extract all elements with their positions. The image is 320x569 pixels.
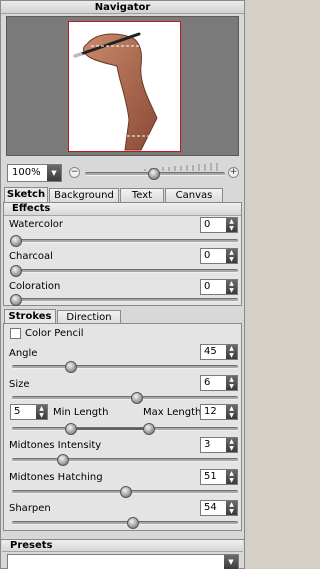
zoom-select[interactable]: 100% ▼ [7,164,62,182]
charcoal-stepper[interactable]: 0 ▲ ▼ [200,248,238,264]
presets-title: Presets [2,540,243,552]
settings-panel: Navigator 100% ▼ − + Sketch Background T… [0,0,245,569]
stepper-arrows-icon[interactable]: ▲ ▼ [226,280,237,294]
chevron-down-icon[interactable]: ▼ [224,555,238,569]
effects-title: Effects [4,203,241,216]
size-value: 6 [204,377,211,388]
stepper-arrows-icon[interactable]: ▲ ▼ [226,501,237,515]
coloration-value: 0 [204,281,211,292]
navigator-preview[interactable] [6,16,239,156]
angle-stepper[interactable]: 45 ▲ ▼ [200,344,238,360]
size-label: Size [9,379,30,390]
chevron-down-icon[interactable]: ▼ [47,165,61,181]
coloration-slider-track[interactable] [12,298,238,302]
tab-strokes[interactable]: Strokes [4,309,56,324]
stepper-arrows-icon[interactable]: ▲ ▼ [226,249,237,263]
stepper-arrows-icon[interactable]: ▲ ▼ [36,405,47,419]
angle-label: Angle [9,348,38,359]
navigator-title: Navigator [1,1,244,14]
watercolor-stepper[interactable]: 0 ▲ ▼ [200,217,238,233]
angle-value: 45 [204,346,217,357]
image-canvas[interactable] [68,21,181,152]
midtones-hatching-value: 51 [204,471,217,482]
size-stepper[interactable]: 6 ▲ ▼ [200,375,238,391]
coloration-slider-thumb[interactable] [10,294,22,306]
zoom-controls: 100% ▼ − + [1,160,244,186]
sharpen-label: Sharpen [9,503,51,514]
hand-with-pen-image [73,32,158,151]
strokes-tabs: Strokes Direction [1,309,244,324]
sharpen-stepper[interactable]: 54 ▲ ▼ [200,500,238,516]
stepper-arrows-icon[interactable]: ▲ ▼ [226,345,237,359]
midtones-intensity-value: 3 [204,439,211,450]
watercolor-slider-thumb[interactable] [10,235,22,247]
stepper-arrows-icon[interactable]: ▲ ▼ [226,376,237,390]
max-length-stepper[interactable]: 12 ▲ ▼ [200,404,238,420]
sharpen-value: 54 [204,502,217,513]
min-length-slider-thumb[interactable] [65,423,77,435]
midtones-intensity-label: Midtones Intensity [9,440,102,451]
stepper-arrows-icon[interactable]: ▲ ▼ [226,438,237,452]
min-length-value: 5 [14,406,21,417]
presets-section: Presets ▼ [1,539,244,569]
main-tabs: Sketch Background Text Canvas [1,187,244,202]
effects-group: Effects Watercolor 0 ▲ ▼ Charcoal 0 ▲ ▼ Co… [3,202,242,306]
coloration-label: Coloration [9,281,61,292]
size-slider-track[interactable] [12,396,238,400]
max-length-label: Max Length [143,407,202,418]
charcoal-slider-thumb[interactable] [10,265,22,277]
watercolor-slider-track[interactable] [12,239,238,243]
midtones-hatching-stepper[interactable]: 51 ▲ ▼ [200,469,238,485]
tab-sketch[interactable]: Sketch [4,187,48,202]
midtones-hatching-label: Midtones Hatching [9,472,103,483]
length-range-fill [71,427,149,431]
color-pencil-label: Color Pencil [25,328,84,339]
coloration-stepper[interactable]: 0 ▲ ▼ [200,279,238,295]
stepper-arrows-icon[interactable]: ▲ ▼ [226,405,237,419]
midtones-intensity-slider-track[interactable] [12,458,238,462]
zoom-in-button[interactable]: + [228,167,239,178]
midtones-intensity-slider-thumb[interactable] [57,454,69,466]
tab-text[interactable]: Text [120,188,164,202]
midtones-hatching-slider-thumb[interactable] [120,486,132,498]
watercolor-label: Watercolor [9,219,63,230]
color-pencil-checkbox[interactable] [10,328,21,339]
zoom-slider-thumb[interactable] [148,168,160,180]
tab-direction[interactable]: Direction [57,310,121,324]
zoom-value: 100% [12,167,41,178]
max-length-value: 12 [204,406,217,417]
stepper-arrows-icon[interactable]: ▲ ▼ [226,470,237,484]
midtones-intensity-stepper[interactable]: 3 ▲ ▼ [200,437,238,453]
charcoal-label: Charcoal [9,251,53,262]
tab-background[interactable]: Background [49,188,119,202]
max-length-slider-thumb[interactable] [143,423,155,435]
stepper-arrows-icon[interactable]: ▲ ▼ [226,218,237,232]
presets-select[interactable]: ▼ [7,554,239,569]
charcoal-slider-track[interactable] [12,269,238,273]
min-length-label: Min Length [53,407,109,418]
zoom-out-button[interactable]: − [69,167,80,178]
watercolor-value: 0 [204,219,211,230]
angle-slider-thumb[interactable] [65,361,77,373]
strokes-group: Color Pencil Angle 45 ▲ ▼ Size 6 ▲ ▼ 5 ▲ ▼ … [3,323,242,531]
sharpen-slider-track[interactable] [12,521,238,525]
sharpen-slider-thumb[interactable] [127,517,139,529]
tab-canvas[interactable]: Canvas [165,188,223,202]
angle-slider-track[interactable] [12,365,238,369]
charcoal-value: 0 [204,250,211,261]
size-slider-thumb[interactable] [131,392,143,404]
min-length-stepper[interactable]: 5 ▲ ▼ [10,404,48,420]
